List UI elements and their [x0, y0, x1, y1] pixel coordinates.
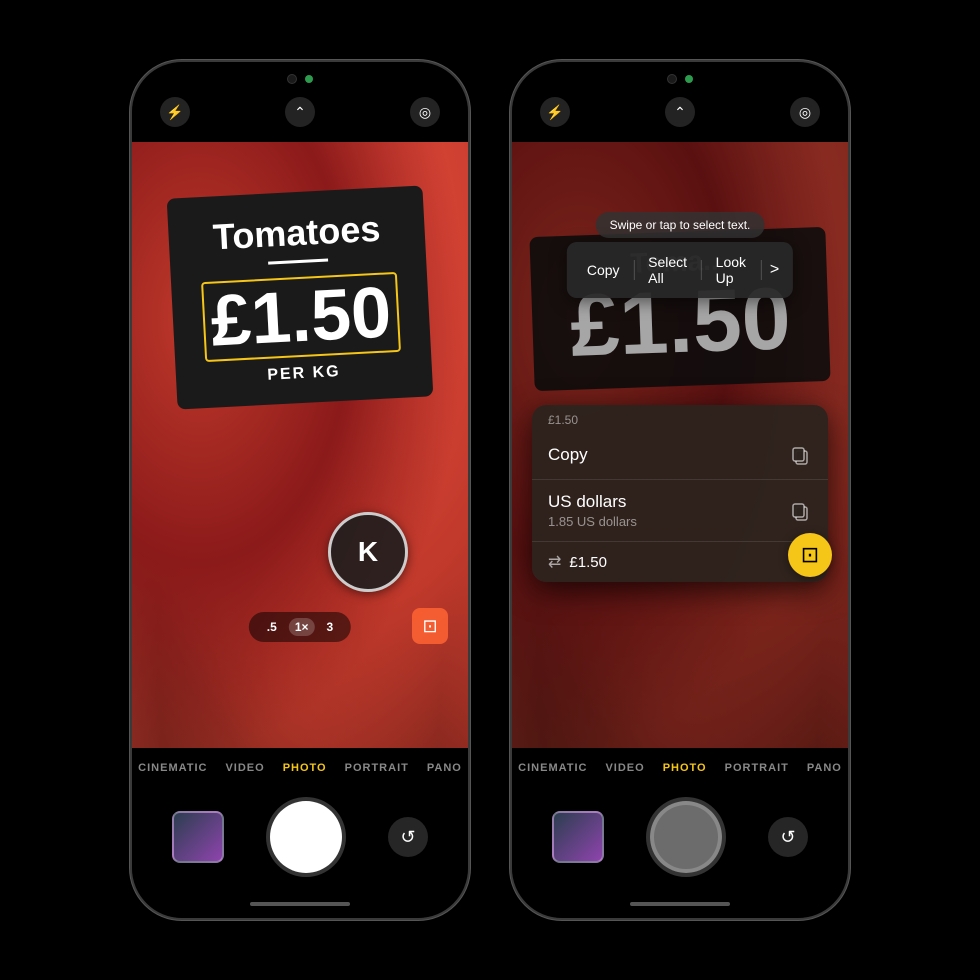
- live-text-badge-right[interactable]: ⊡: [788, 533, 832, 577]
- text-menu-copy-right[interactable]: Copy: [573, 254, 634, 286]
- mode-cinematic-right[interactable]: CINEMATIC: [518, 762, 587, 774]
- live-badge-icon-right: ⊡: [801, 542, 819, 568]
- chevron-icon-left: ⌃: [294, 104, 306, 121]
- copy-icon-right: [788, 443, 812, 467]
- magnifier-left: K: [328, 512, 408, 592]
- context-usd-item-right[interactable]: US dollars 1.85 US dollars: [532, 479, 828, 541]
- home-bar-right: [630, 902, 730, 906]
- camera-top-bar-right: ⚡ ⌃ ◎: [512, 62, 848, 142]
- mode-bar-right: CINEMATIC VIDEO PHOTO PORTRAIT PANO: [512, 748, 848, 784]
- flash-icon-right: ⚡: [546, 104, 563, 121]
- text-menu-lookup-right[interactable]: Look Up: [702, 246, 762, 294]
- thumbnail-left[interactable]: [172, 811, 224, 863]
- flash-button-right[interactable]: ⚡: [540, 97, 570, 127]
- shutter-button-right[interactable]: [650, 801, 722, 873]
- sign-divider-left: [268, 258, 328, 264]
- flip-icon-left: ↺: [400, 827, 415, 848]
- camera-bottom-left: CINEMATIC VIDEO PHOTO PORTRAIT PANO ↺: [132, 748, 468, 918]
- thumbnail-right[interactable]: [552, 811, 604, 863]
- convert-bar-right[interactable]: ⇄ £1.50: [532, 541, 828, 582]
- camera-lens-right: [667, 74, 677, 84]
- live-text-icon-left: ⊡: [422, 616, 437, 637]
- live-button-left[interactable]: ◎: [410, 97, 440, 127]
- live-icon-right: ◎: [799, 104, 811, 121]
- copy-icon-usd-right: [788, 499, 812, 523]
- mode-pano-left[interactable]: PANO: [427, 762, 462, 774]
- tomato-background-right: Toma... £1.50 Swipe or tap to select tex…: [512, 132, 848, 752]
- zoom-05-left[interactable]: .5: [261, 618, 283, 636]
- status-indicator-right: [685, 75, 693, 83]
- live-text-button-left[interactable]: ⊡: [412, 608, 448, 644]
- zoom-3-left[interactable]: 3: [321, 618, 340, 636]
- flip-button-right[interactable]: ↺: [768, 817, 808, 857]
- zoom-1x-left[interactable]: 1×: [289, 618, 315, 636]
- live-icon-left: ◎: [419, 104, 431, 121]
- context-usd-sub-right: 1.85 US dollars: [548, 514, 637, 529]
- context-usd-label-right: US dollars 1.85 US dollars: [548, 492, 637, 529]
- chevron-button-left[interactable]: ⌃: [285, 97, 315, 127]
- flash-icon-left: ⚡: [166, 104, 183, 121]
- home-indicator-right: [512, 890, 848, 918]
- mode-pano-right[interactable]: PANO: [807, 762, 842, 774]
- camera-notch-left: [287, 74, 313, 84]
- flip-button-left[interactable]: ↺: [388, 817, 428, 857]
- magnifier-letter: K: [358, 536, 378, 568]
- camera-bottom-right: CINEMATIC VIDEO PHOTO PORTRAIT PANO ↺: [512, 748, 848, 918]
- text-menu-select-all-right[interactable]: Select All: [634, 246, 701, 294]
- text-menu-more-right[interactable]: >: [762, 253, 787, 287]
- shutter-row-right: ↺: [512, 784, 848, 890]
- camera-top-bar-left: ⚡ ⌃ ◎: [132, 62, 468, 142]
- flip-icon-right: ↺: [780, 827, 795, 848]
- flash-button-left[interactable]: ⚡: [160, 97, 190, 127]
- sign-price-left: £1.50: [201, 272, 401, 362]
- mode-portrait-left[interactable]: PORTRAIT: [345, 762, 409, 774]
- home-bar-left: [250, 902, 350, 906]
- context-copy-item-right[interactable]: Copy: [532, 431, 828, 479]
- status-indicator-left: [305, 75, 313, 83]
- context-header-right: £1.50: [532, 405, 828, 431]
- phone-right: ⚡ ⌃ ◎ Toma... £1.50 Swipe or tap to sele…: [510, 60, 850, 920]
- context-copy-label-right: Copy: [548, 445, 588, 465]
- swipe-hint-right: Swipe or tap to select text.: [596, 212, 765, 238]
- context-panel-right: £1.50 Copy US dollars 1.85 US dollars: [532, 405, 828, 582]
- price-sign-left: Tomatoes £1.50 PER KG: [167, 185, 434, 409]
- chevron-button-right[interactable]: ⌃: [665, 97, 695, 127]
- live-button-right[interactable]: ◎: [790, 97, 820, 127]
- camera-notch-right: [667, 74, 693, 84]
- shutter-row-left: ↺: [132, 784, 468, 890]
- camera-lens-left: [287, 74, 297, 84]
- chevron-icon-right: ⌃: [674, 104, 686, 121]
- sign-title-left: Tomatoes: [192, 207, 402, 260]
- home-indicator-left: [132, 890, 468, 918]
- camera-view-left: Tomatoes £1.50 PER KG K .5 1× 3 ⊡: [132, 132, 468, 752]
- mode-video-left[interactable]: VIDEO: [225, 762, 264, 774]
- convert-icon-right: ⇄: [548, 552, 561, 572]
- convert-label-right: £1.50: [569, 554, 607, 571]
- mode-portrait-right[interactable]: PORTRAIT: [725, 762, 789, 774]
- shutter-button-left[interactable]: [270, 801, 342, 873]
- mode-photo-left[interactable]: PHOTO: [283, 762, 327, 774]
- mode-photo-right[interactable]: PHOTO: [663, 762, 707, 774]
- camera-view-right: Toma... £1.50 Swipe or tap to select tex…: [512, 132, 848, 752]
- phone-left: ⚡ ⌃ ◎ Tomatoes £1.50 PER KG K: [130, 60, 470, 920]
- mode-video-right[interactable]: VIDEO: [605, 762, 644, 774]
- tomato-background-left: Tomatoes £1.50 PER KG K .5 1× 3 ⊡: [132, 132, 468, 752]
- mode-cinematic-left[interactable]: CINEMATIC: [138, 762, 207, 774]
- text-selection-menu-right: Copy Select All Look Up >: [567, 242, 793, 298]
- zoom-controls-left[interactable]: .5 1× 3: [249, 612, 351, 642]
- mode-bar-left: CINEMATIC VIDEO PHOTO PORTRAIT PANO: [132, 748, 468, 784]
